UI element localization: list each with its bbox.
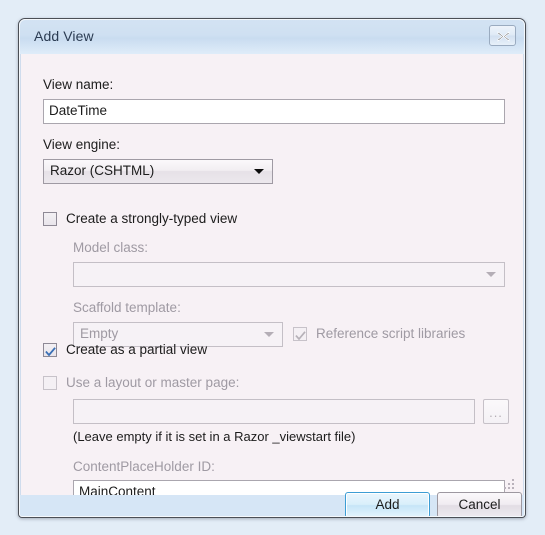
- view-engine-select[interactable]: Razor (CSHTML): [43, 159, 273, 184]
- view-engine-label: View engine:: [43, 137, 121, 152]
- view-name-input[interactable]: DateTime: [43, 99, 505, 124]
- checkbox-create-strongly-typed-view-label: Create a strongly-typed view: [66, 211, 238, 226]
- add-view-dialog: Add View View name: DateTime View engine…: [18, 18, 526, 518]
- checkbox-use-layout-or-master-page-label: Use a layout or master page:: [66, 375, 240, 390]
- model-class-select[interactable]: [73, 262, 505, 287]
- resize-grip[interactable]: [503, 479, 516, 492]
- dialog-title: Add View: [34, 28, 94, 44]
- view-engine-value: Razor (CSHTML): [50, 163, 155, 178]
- checkbox-box-icon: [293, 327, 307, 341]
- browse-button-label: ...: [489, 404, 503, 420]
- add-button[interactable]: Add: [345, 492, 430, 517]
- content-placeholder-label: ContentPlaceHolder ID:: [73, 459, 215, 474]
- model-class-label: Model class:: [73, 240, 149, 255]
- checkmark-icon: [295, 329, 306, 347]
- chevron-down-icon: [254, 168, 264, 174]
- checkbox-box-icon: [43, 212, 57, 226]
- layout-hint-text: (Leave empty if it is set in a Razor _vi…: [73, 429, 356, 444]
- layout-path-input[interactable]: [73, 399, 475, 424]
- close-button[interactable]: [489, 25, 516, 46]
- dialog-title-bar: Add View: [19, 19, 525, 54]
- scaffold-template-value: Empty: [80, 326, 119, 341]
- checkmark-icon: [45, 345, 56, 363]
- checkbox-create-as-partial-view-label: Create as a partial view: [66, 342, 208, 357]
- checkbox-box-icon: [43, 343, 57, 357]
- checkbox-box-icon: [43, 376, 57, 390]
- view-name-label: View name:: [43, 77, 114, 92]
- checkbox-reference-script-libraries-label: Reference script libraries: [316, 326, 466, 341]
- cancel-button[interactable]: Cancel: [437, 492, 522, 517]
- dialog-body: View name: DateTime View engine: Razor (…: [20, 54, 524, 505]
- browse-button[interactable]: ...: [483, 399, 509, 424]
- chevron-down-icon: [264, 331, 274, 337]
- chevron-down-icon: [486, 271, 496, 277]
- scaffold-template-label: Scaffold template:: [73, 300, 181, 315]
